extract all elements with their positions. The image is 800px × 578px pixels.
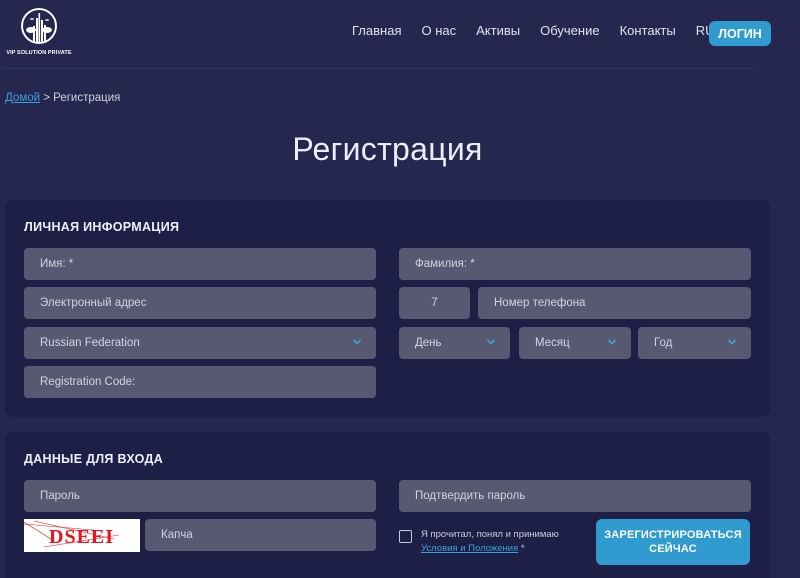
register-label-line2: СЕЙЧАС — [649, 543, 697, 555]
phone-code-input[interactable]: 7 — [399, 287, 470, 319]
first-name-input[interactable]: Имя: * — [24, 248, 376, 280]
day-value: День — [415, 337, 442, 349]
nav-about[interactable]: О нас — [421, 23, 456, 38]
captcha-image: DSEEI — [24, 519, 140, 552]
confirm-password-input[interactable]: Подтвердить пароль — [399, 480, 751, 512]
nav-education[interactable]: Обучение — [540, 23, 599, 38]
month-value: Месяц — [535, 337, 570, 349]
breadcrumb-home-link[interactable]: Домой — [5, 92, 40, 104]
login-data-title: ДАННЫЕ ДЛЯ ВХОДА — [24, 452, 164, 466]
phone-input[interactable]: Номер телефона — [478, 287, 751, 319]
page-title: Регистрация — [292, 131, 483, 167]
month-select[interactable]: Месяц — [519, 327, 631, 359]
country-value: Russian Federation — [40, 337, 140, 349]
register-label-line1: ЗАРЕГИСТРИРОВАТЬСЯ — [604, 529, 742, 541]
terms-text: Я прочитал, понял и принимаю — [421, 529, 559, 540]
day-select[interactable]: День — [399, 327, 510, 359]
year-select[interactable]: Год — [638, 327, 751, 359]
email-input[interactable]: Электронный адрес — [24, 287, 376, 319]
logo-skyline-icon — [21, 8, 57, 44]
terms-required-mark: * — [518, 543, 525, 554]
personal-info-card: ЛИЧНАЯ ИНФОРМАЦИЯ Имя: * Фамилия: * Элек… — [5, 200, 770, 417]
site-header: VIP SOLUTION PRIVATE Главная О нас Актив… — [0, 0, 800, 70]
logo-text: VIP SOLUTION PRIVATE — [6, 50, 72, 56]
nav-assets[interactable]: Активы — [476, 23, 520, 38]
login-data-card: ДАННЫЕ ДЛЯ ВХОДА Пароль Подтвердить паро… — [5, 432, 770, 578]
breadcrumb: Домой > Регистрация — [5, 92, 120, 104]
terms-checkbox[interactable] — [399, 530, 412, 543]
nav-contacts[interactable]: Контакты — [620, 23, 676, 38]
chevron-down-icon — [607, 339, 617, 345]
country-select[interactable]: Russian Federation — [24, 327, 376, 359]
captcha-text: DSEEI — [49, 526, 114, 548]
last-name-input[interactable]: Фамилия: * — [399, 248, 751, 280]
header-divider — [4, 68, 755, 69]
register-now-button[interactable]: ЗАРЕГИСТРИРОВАТЬСЯ СЕЙЧАС — [596, 519, 750, 565]
chevron-down-icon — [352, 339, 362, 345]
year-value: Год — [654, 337, 673, 349]
registration-code-input[interactable]: Registration Code: — [24, 366, 376, 398]
nav-home[interactable]: Главная — [352, 23, 401, 38]
terms-link[interactable]: Условия и Положения — [421, 543, 518, 554]
logo[interactable]: VIP SOLUTION PRIVATE — [6, 8, 72, 56]
chevron-down-icon — [727, 339, 737, 345]
personal-info-title: ЛИЧНАЯ ИНФОРМАЦИЯ — [24, 220, 180, 234]
password-input[interactable]: Пароль — [24, 480, 376, 512]
captcha-input[interactable]: Капча — [145, 519, 376, 551]
breadcrumb-separator: > — [40, 92, 54, 104]
main-nav: Главная О нас Активы Обучение Контакты R… — [352, 23, 741, 38]
breadcrumb-current: Регистрация — [53, 92, 121, 104]
login-button[interactable]: ЛОГИН — [709, 21, 771, 46]
chevron-down-icon — [486, 339, 496, 345]
